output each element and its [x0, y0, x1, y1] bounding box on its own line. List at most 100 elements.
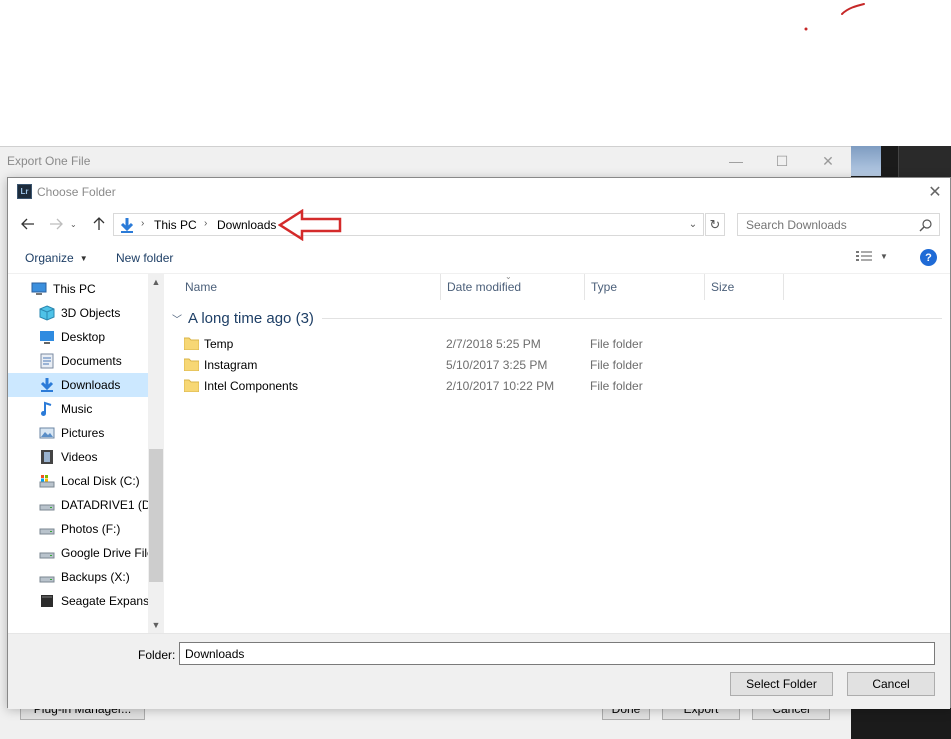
select-folder-button[interactable]: Select Folder [730, 672, 833, 696]
nav-item-backups-x[interactable]: Backups (X:) [8, 565, 148, 589]
scroll-down-icon[interactable]: ▼ [148, 617, 164, 633]
nav-item-google-drive[interactable]: Google Drive File [8, 541, 148, 565]
nav-item-this-pc[interactable]: This PC [8, 277, 148, 301]
group-divider [321, 317, 942, 319]
up-button[interactable] [88, 213, 110, 235]
nav-item-seagate-expansion[interactable]: Seagate Expansion [8, 589, 148, 613]
file-name-label: Instagram [204, 357, 258, 372]
file-date: 2/10/2017 10:22 PM [446, 378, 555, 393]
list-item[interactable]: Temp 2/7/2018 5:25 PM File folder [184, 333, 784, 354]
drive-icon [39, 504, 55, 511]
organize-button[interactable]: Organize ▼ [25, 251, 88, 265]
organize-label: Organize [25, 251, 74, 265]
nav-item-music[interactable]: Music [8, 397, 148, 421]
nav-item-label: Videos [61, 450, 98, 464]
nav-item-label: Backups (X:) [61, 570, 130, 584]
file-name: Intel Components [184, 379, 298, 393]
dialog-footer: Folder: Select Folder Cancel [8, 633, 950, 709]
help-icon[interactable]: ? [920, 249, 937, 266]
3d-objects-icon [39, 305, 55, 321]
export-window-title: Export One File [7, 154, 91, 168]
list-item[interactable]: Instagram 5/10/2017 3:25 PM File folder [184, 354, 784, 375]
breadcrumb-separator: › [141, 218, 145, 229]
column-header-type[interactable]: Type [585, 274, 705, 300]
export-window-controls: — ☐ ✕ [713, 147, 851, 175]
pc-icon [31, 282, 47, 295]
cancel-button[interactable]: Cancel [847, 672, 935, 696]
back-button[interactable] [17, 213, 39, 235]
nav-item-documents[interactable]: Documents [8, 349, 148, 373]
sort-caret-icon: ⌄ [505, 272, 512, 281]
forward-button[interactable] [45, 213, 67, 235]
lightroom-icon: Lr [17, 184, 32, 199]
file-list: Name Date modified ⌄ Type Size ﹀ A long … [164, 272, 950, 633]
nav-item-label: This PC [53, 282, 96, 296]
dialog-titlebar: Lr Choose Folder ✕ [8, 178, 950, 206]
file-type: File folder [590, 357, 643, 372]
file-type: File folder [590, 378, 643, 393]
dialog-title: Choose Folder [37, 185, 116, 199]
nav-item-3d-objects[interactable]: 3D Objects [8, 301, 148, 325]
nav-item-label: Local Disk (C:) [61, 474, 140, 488]
nav-item-label: Downloads [61, 378, 121, 392]
scroll-thumb[interactable] [149, 449, 163, 582]
search-input[interactable] [738, 214, 913, 235]
group-label: A long time ago (3) [188, 309, 314, 327]
downloads-icon [120, 218, 134, 233]
search-icon[interactable] [919, 218, 933, 232]
breadcrumb-this-pc[interactable]: This PC [154, 218, 197, 232]
nav-item-datadrive1-d[interactable]: DATADRIVE1 (D:) [8, 493, 148, 517]
nav-item-downloads[interactable]: Downloads [8, 373, 148, 397]
annotation-arrow-icon [278, 209, 342, 241]
close-icon[interactable]: ✕ [805, 147, 851, 175]
choose-folder-dialog: Lr Choose Folder ✕ ⌄ › This PC › Downloa… [7, 177, 951, 709]
column-header-name[interactable]: Name [179, 274, 441, 300]
address-dropdown-chevron-icon[interactable]: ⌄ [683, 214, 703, 235]
group-header[interactable]: ﹀ A long time ago (3) [172, 309, 942, 327]
folder-icon [184, 379, 199, 392]
photo-thumbnail [851, 146, 881, 176]
nav-item-pictures[interactable]: Pictures [8, 421, 148, 445]
folder-icon [184, 358, 199, 371]
drive-icon [39, 576, 55, 583]
breadcrumb-separator: › [204, 218, 208, 229]
nav-item-label: Music [61, 402, 93, 416]
videos-icon [41, 450, 53, 464]
nav-item-label: Pictures [61, 426, 105, 440]
nav-item-local-disk-c[interactable]: Local Disk (C:) [8, 469, 148, 493]
breadcrumb-downloads[interactable]: Downloads [217, 218, 276, 232]
view-dropdown-caret-icon: ▼ [880, 251, 888, 261]
column-header-date-modified[interactable]: Date modified [441, 274, 585, 300]
address-bar[interactable]: › This PC › Downloads ⌄ [113, 213, 704, 236]
nav-scrollbar[interactable]: ▲ ▼ [148, 274, 164, 633]
nav-item-label: Documents [61, 354, 122, 368]
file-name: Temp [184, 337, 233, 351]
file-name-label: Temp [204, 336, 234, 351]
recent-locations-chevron-icon[interactable]: ⌄ [70, 217, 82, 231]
maximize-icon[interactable]: ☐ [759, 147, 805, 175]
navigation-pane: This PC 3D Objects Desktop Documents Dow… [8, 274, 164, 633]
nav-item-videos[interactable]: Videos [8, 445, 148, 469]
folder-field[interactable] [179, 642, 935, 665]
minimize-icon[interactable]: — [713, 147, 759, 175]
column-header-size[interactable]: Size [705, 274, 784, 300]
close-icon[interactable]: ✕ [924, 181, 946, 203]
file-name: Instagram [184, 358, 257, 372]
scroll-up-icon[interactable]: ▲ [148, 274, 164, 290]
details-view-icon [856, 251, 872, 261]
file-name-label: Intel Components [204, 378, 299, 393]
file-date: 2/7/2018 5:25 PM [446, 336, 541, 351]
folder-icon [184, 337, 199, 350]
nav-item-desktop[interactable]: Desktop [8, 325, 148, 349]
dropdown-caret-icon: ▼ [79, 253, 88, 263]
desktop-icon [40, 331, 54, 344]
external-drive-icon [41, 595, 53, 607]
documents-icon [40, 353, 54, 369]
new-folder-button[interactable]: New folder [116, 251, 173, 265]
refresh-icon[interactable]: ↻ [705, 213, 725, 236]
list-item[interactable]: Intel Components 2/10/2017 10:22 PM File… [184, 375, 784, 396]
search-box[interactable] [737, 213, 940, 236]
nav-item-photos-f[interactable]: Photos (F:) [8, 517, 148, 541]
collapse-chevron-icon[interactable]: ﹀ [172, 311, 182, 326]
change-view-button[interactable]: ▼ [856, 250, 888, 262]
